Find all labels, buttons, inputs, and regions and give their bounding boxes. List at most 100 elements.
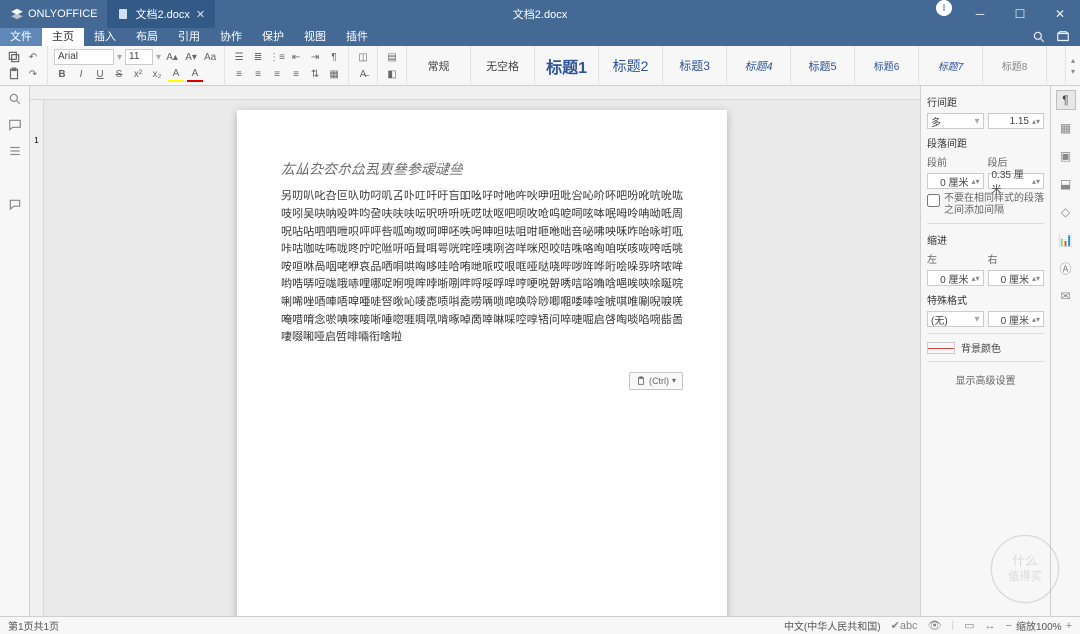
insert-image-icon[interactable]: ◧ xyxy=(384,66,400,82)
mail-merge-icon[interactable]: ✉ xyxy=(1056,286,1076,306)
special-format-select[interactable]: (无)▾ xyxy=(927,311,984,327)
table-settings-icon[interactable]: ▦ xyxy=(1056,118,1076,138)
shading-icon[interactable]: ▦ xyxy=(326,66,342,82)
menu-layout[interactable]: 布局 xyxy=(126,28,168,46)
italic-icon[interactable]: I xyxy=(73,66,89,82)
special-value-input[interactable]: 0 厘米▴▾ xyxy=(988,311,1045,327)
align-right-icon[interactable]: ≡ xyxy=(269,66,285,82)
close-window-button[interactable]: ✕ xyxy=(1040,0,1080,28)
bold-icon[interactable]: B xyxy=(54,66,70,82)
highlight-icon[interactable]: A xyxy=(168,66,184,82)
image-settings-icon[interactable]: ▣ xyxy=(1056,146,1076,166)
style-expand-button[interactable]: ▴▾ xyxy=(1066,56,1080,76)
menu-references[interactable]: 引用 xyxy=(168,28,210,46)
menu-collab[interactable]: 协作 xyxy=(210,28,252,46)
search-icon[interactable] xyxy=(1030,28,1048,46)
undo-icon[interactable]: ↶ xyxy=(25,49,41,65)
style-heading5[interactable]: 标题5 xyxy=(791,46,855,86)
vertical-ruler[interactable]: 1 xyxy=(30,100,44,616)
align-center-icon[interactable]: ≡ xyxy=(250,66,266,82)
zoom-level[interactable]: 缩放100% xyxy=(1016,618,1062,633)
increase-indent-icon[interactable]: ⇥ xyxy=(307,49,323,65)
textart-settings-icon[interactable]: Ⓐ xyxy=(1056,258,1076,278)
justify-icon[interactable]: ≡ xyxy=(288,66,304,82)
line-spacing-type-select[interactable]: 多▾ xyxy=(927,113,984,129)
style-heading3[interactable]: 标题3 xyxy=(663,46,727,86)
chart-settings-icon[interactable]: 📊 xyxy=(1056,230,1076,250)
decrease-font-icon[interactable]: A▾ xyxy=(183,49,199,65)
minimize-button[interactable]: ─ xyxy=(960,0,1000,28)
multilevel-icon[interactable]: ⋮≡ xyxy=(269,49,285,65)
menu-home[interactable]: 主页 xyxy=(42,28,84,46)
page-count[interactable]: 第1页共1页 xyxy=(8,618,59,633)
style-heading2[interactable]: 标题2 xyxy=(599,46,663,86)
menu-view[interactable]: 视图 xyxy=(294,28,336,46)
numbering-icon[interactable]: ≣ xyxy=(250,49,266,65)
before-label: 段前 xyxy=(927,154,984,169)
nonprinting-icon[interactable]: ¶ xyxy=(326,49,342,65)
strike-icon[interactable]: S xyxy=(111,66,127,82)
paste-options-button[interactable]: (Ctrl)▾ xyxy=(629,372,683,390)
font-size-select[interactable]: 11 xyxy=(125,49,153,65)
document-paragraph[interactable]: 另叨叭叱叴叵叺叻叼叽叾卟叿吀吁吂吅吆吇吋吔吘吙吚吜吡吢吣吤吥吧吩吪吭吮吰吱吲吴吷… xyxy=(281,188,683,346)
align-left-icon[interactable]: ≡ xyxy=(231,66,247,82)
maximize-button[interactable]: ☐ xyxy=(1000,0,1040,28)
font-family-select[interactable]: Arial xyxy=(54,49,114,65)
clear-style-icon[interactable]: A̶ xyxy=(355,66,371,82)
spellcheck-icon[interactable]: ✔abc xyxy=(891,619,918,632)
increase-font-icon[interactable]: A▴ xyxy=(164,49,180,65)
menu-protect[interactable]: 保护 xyxy=(252,28,294,46)
search-rail-icon[interactable] xyxy=(6,90,24,108)
menu-plugins[interactable]: 插件 xyxy=(336,28,378,46)
paragraph-settings-icon[interactable]: ¶ xyxy=(1056,90,1076,110)
decrease-indent-icon[interactable]: ⇤ xyxy=(288,49,304,65)
doc-language[interactable]: 中文(中华人民共和国) xyxy=(784,618,881,633)
change-case-icon[interactable]: Aa xyxy=(202,49,218,65)
zoom-out-button[interactable]: − xyxy=(1006,620,1012,632)
track-changes-icon[interactable]: 👁 xyxy=(928,619,942,632)
style-heading8[interactable]: 标题8 xyxy=(983,46,1047,86)
zoom-in-button[interactable]: + xyxy=(1066,620,1072,632)
style-normal[interactable]: 常规 xyxy=(407,46,471,86)
redo-icon[interactable]: ↷ xyxy=(25,66,41,82)
insert-table-icon[interactable]: ▤ xyxy=(384,49,400,65)
fit-width-icon[interactable]: ↔ xyxy=(985,620,996,632)
underline-icon[interactable]: U xyxy=(92,66,108,82)
line-spacing-icon[interactable]: ⇅ xyxy=(307,66,323,82)
line-spacing-value-input[interactable]: 1.15▴▾ xyxy=(988,113,1045,129)
feedback-rail-icon[interactable] xyxy=(6,196,24,214)
menu-insert[interactable]: 插入 xyxy=(84,28,126,46)
style-heading4[interactable]: 标题4 xyxy=(727,46,791,86)
document-tab[interactable]: 文档2.docx ✕ xyxy=(107,0,215,28)
font-color-icon[interactable]: A xyxy=(187,66,203,82)
indent-left-input[interactable]: 0 厘米▴▾ xyxy=(927,270,984,286)
indent-right-input[interactable]: 0 厘米▴▾ xyxy=(988,270,1045,286)
fit-page-icon[interactable]: ▭ xyxy=(964,619,974,632)
comments-rail-icon[interactable] xyxy=(6,116,24,134)
style-heading7[interactable]: 标题7 xyxy=(919,46,983,86)
style-heading1[interactable]: 标题1 xyxy=(535,46,599,86)
subscript-icon[interactable]: x₂ xyxy=(149,66,165,82)
open-location-icon[interactable] xyxy=(1054,28,1072,46)
insert-shape-icon[interactable]: ◫ xyxy=(355,49,371,65)
document-heading[interactable]: 厷厸厹厺厼厽厾叀叄参叆叇亝 xyxy=(281,158,683,180)
document-page[interactable]: 厷厸厹厺厼厽厾叀叄参叆叇亝 另叨叭叱叴叵叺叻叼叽叾卟叿吀吁吂吅吆吇吋吔吘吙吚吜吡… xyxy=(237,110,727,616)
horizontal-ruler[interactable] xyxy=(30,86,920,100)
paste-icon[interactable] xyxy=(6,66,22,82)
header-settings-icon[interactable]: ⬓ xyxy=(1056,174,1076,194)
spacing-after-input[interactable]: 0.35 厘米▴▾ xyxy=(988,173,1045,189)
close-tab-icon[interactable]: ✕ xyxy=(196,8,205,21)
no-spacing-checkbox[interactable]: 不要在相同样式的段落之间添加间隔 xyxy=(927,193,1044,217)
menu-file[interactable]: 文件 xyxy=(0,28,42,46)
headings-rail-icon[interactable] xyxy=(6,142,24,160)
superscript-icon[interactable]: x² xyxy=(130,66,146,82)
copy-icon[interactable] xyxy=(6,49,22,65)
style-no-spacing[interactable]: 无空格 xyxy=(471,46,535,86)
bg-color-swatch[interactable] xyxy=(927,342,955,354)
bullets-icon[interactable]: ☰ xyxy=(231,49,247,65)
advanced-settings-link[interactable]: 显示高级设置 xyxy=(927,372,1044,387)
spacing-before-input[interactable]: 0 厘米▴▾ xyxy=(927,173,984,189)
style-heading6[interactable]: 标题6 xyxy=(855,46,919,86)
user-avatar[interactable]: I xyxy=(936,0,952,16)
shape-settings-icon[interactable]: ◇ xyxy=(1056,202,1076,222)
